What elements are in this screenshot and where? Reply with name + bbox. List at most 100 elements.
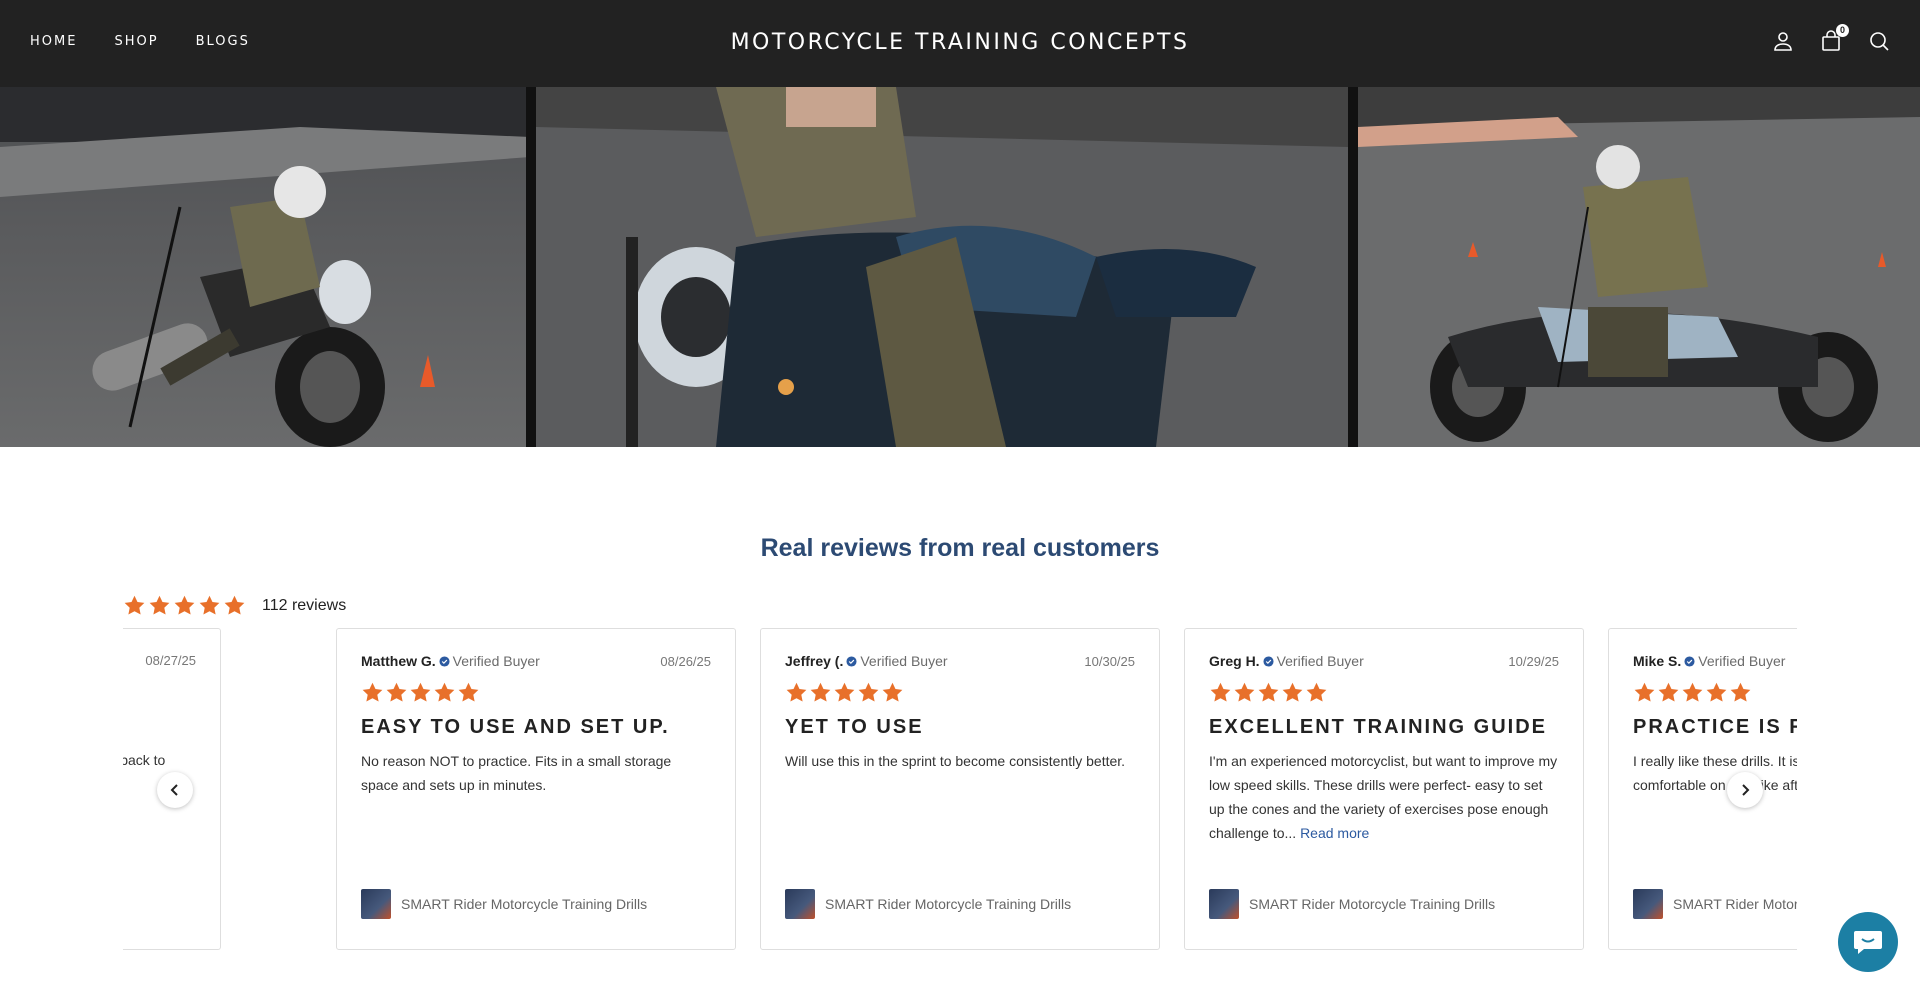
star-icon: [858, 682, 879, 702]
star-icon: [786, 682, 807, 702]
review-headline: PRACTICE IS FU: [1633, 716, 1797, 738]
review-header: Matthew G. Verified Buyer 08/26/25: [361, 653, 711, 669]
star-icon: [1234, 682, 1255, 702]
review-card[interactable]: Greg H. Verified Buyer 10/29/25 EXCELLEN…: [1184, 628, 1584, 950]
site-header: HOME SHOP BLOGS MOTORCYCLE TRAINING CONC…: [0, 0, 1920, 87]
nav-home[interactable]: HOME: [30, 34, 77, 49]
review-header: Mike S. Verified Buyer: [1633, 653, 1797, 669]
review-date: 08/27/25: [145, 653, 196, 668]
verified-check-icon: [1684, 655, 1695, 667]
verified-badge: Verified Buyer: [846, 653, 948, 669]
review-header: Greg H. Verified Buyer 10/29/25: [1209, 653, 1559, 669]
review-card[interactable]: Jeffrey (. Verified Buyer 10/30/25 YET T…: [760, 628, 1160, 950]
star-icon: [124, 595, 145, 615]
review-stars: [361, 681, 711, 704]
star-icon: [1706, 682, 1727, 702]
review-body: No reason NOT to practice. Fits in a sma…: [361, 749, 711, 797]
product-name: SMART Rider Motorcycle Training Drills: [401, 896, 648, 912]
chevron-right-icon: [1742, 784, 1750, 796]
star-icon: [1306, 682, 1327, 702]
main-nav: HOME SHOP BLOGS: [30, 34, 287, 49]
review-stars: [785, 681, 1135, 704]
verified-badge: Verified Buyer: [1263, 653, 1364, 669]
review-product[interactable]: SMART Rider Motorcycle Training Drills: [361, 889, 647, 919]
star-icon: [1658, 682, 1679, 702]
reviewer-name: Jeffrey (.: [785, 653, 844, 669]
review-card[interactable]: Mike S. Verified Buyer PRACTICE IS FU I …: [1608, 628, 1797, 950]
chat-button[interactable]: [1838, 912, 1898, 972]
review-date: 10/29/25: [1508, 653, 1559, 669]
star-icon: [810, 682, 831, 702]
verified-badge: Verified Buyer: [439, 653, 540, 669]
star-icon: [882, 682, 903, 702]
verified-check-icon: [1263, 655, 1274, 667]
star-icon: [199, 595, 220, 615]
review-body: I'm an experienced motorcyclist, but wan…: [1209, 749, 1559, 845]
read-more-link[interactable]: Read more: [1300, 825, 1369, 841]
chevron-left-icon: [170, 784, 178, 796]
reviewer-name: Mike S.: [1633, 653, 1682, 669]
review-product[interactable]: SMART Rider Motorcycle Training Drills: [1209, 889, 1495, 919]
reviews-count[interactable]: 112 reviews: [262, 597, 346, 615]
nav-blogs[interactable]: BLOGS: [196, 34, 250, 49]
star-icon: [224, 595, 245, 615]
star-icon: [149, 595, 170, 615]
brand-logo[interactable]: MOTORCYCLE TRAINING CONCEPTS: [731, 30, 1190, 55]
star-icon: [1282, 682, 1303, 702]
star-icon: [434, 682, 455, 702]
hero-panel-right: [1358, 87, 1920, 447]
review-product[interactable]: SMART Rider Motorcycle Training Drills: [785, 889, 1071, 919]
reviews-carousel: 08/27/25 TOOL ssic LT and used the guide…: [123, 628, 1797, 950]
review-product[interactable]: SMART Rider Motor: [1633, 889, 1797, 919]
review-headline: EXCELLENT TRAINING GUIDE: [1209, 716, 1548, 738]
search-icon[interactable]: [1868, 30, 1890, 52]
review-date: 08/26/25: [660, 653, 711, 669]
carousel-next-button[interactable]: [1727, 772, 1763, 808]
verified-label: Verified Buyer: [452, 653, 540, 669]
star-icon: [362, 682, 383, 702]
cart-icon[interactable]: 0: [1820, 24, 1849, 52]
verified-check-icon: [439, 655, 450, 667]
cart-count-badge: 0: [1836, 24, 1849, 37]
star-icon: [458, 682, 479, 702]
product-name: SMART Rider Motor: [1673, 896, 1797, 912]
reviews-summary: 112 reviews: [123, 594, 346, 617]
review-header: Jeffrey (. Verified Buyer 10/30/25: [785, 653, 1135, 669]
verified-check-icon: [846, 655, 857, 667]
header-icons: 0: [1772, 24, 1890, 52]
product-thumbnail: [1633, 889, 1663, 919]
hero-panel-center: [536, 87, 1348, 447]
star-icon: [834, 682, 855, 702]
review-body: Will use this in the sprint to become co…: [785, 749, 1135, 773]
star-icon: [1730, 682, 1751, 702]
star-icon: [410, 682, 431, 702]
star-icon: [386, 682, 407, 702]
review-headline: TOOL: [123, 715, 196, 738]
chat-icon: [1854, 931, 1882, 954]
review-text: I'm an experienced motorcyclist, but wan…: [1209, 753, 1558, 841]
review-stars: [123, 680, 196, 703]
product-thumbnail: [1209, 889, 1239, 919]
review-text: No reason NOT to practice. Fits in a sma…: [361, 753, 672, 793]
product-name: SMART Rider Motorcycle Training Drills: [1249, 896, 1496, 912]
star-icon: [1210, 682, 1231, 702]
verified-label: Verified Buyer: [1276, 653, 1364, 669]
verified-badge: Verified Buyer: [1684, 653, 1785, 669]
review-headline: YET TO USE: [785, 716, 924, 738]
summary-stars: [123, 594, 246, 617]
star-icon: [1634, 682, 1655, 702]
product-thumbnail: [361, 889, 391, 919]
nav-shop[interactable]: SHOP: [114, 34, 158, 49]
review-text: I really like these drills. It is many t…: [1633, 753, 1797, 793]
verified-label: Verified Buyer: [860, 653, 948, 669]
hero-image: [0, 87, 1920, 447]
review-text: Will use this in the sprint to become co…: [785, 753, 1126, 769]
review-card[interactable]: Matthew G. Verified Buyer 08/26/25 EASY …: [336, 628, 736, 950]
review-header: 08/27/25: [123, 653, 196, 668]
reviewer-name: Greg H.: [1209, 653, 1260, 669]
carousel-prev-button[interactable]: [157, 772, 193, 808]
reviews-title: Real reviews from real customers: [760, 534, 1160, 562]
hero-panel-left: [0, 87, 530, 447]
reviewer-name: Matthew G.: [361, 653, 436, 669]
user-icon[interactable]: [1772, 30, 1794, 52]
